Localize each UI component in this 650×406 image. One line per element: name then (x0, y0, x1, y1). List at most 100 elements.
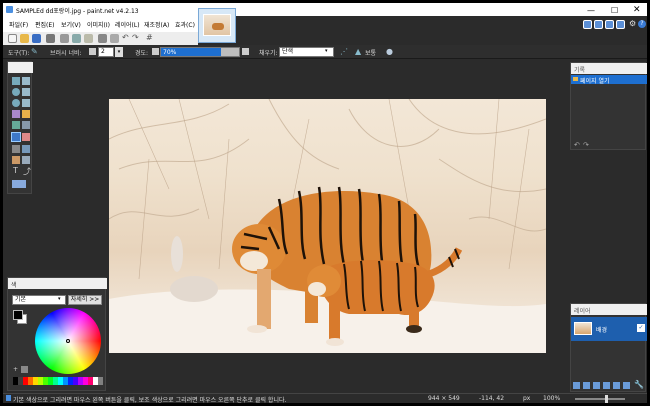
layers-panel-header: 레이어 (571, 304, 647, 315)
colors-window-icon[interactable] (616, 20, 625, 29)
redo-icon[interactable]: ↷ (583, 141, 589, 149)
layer-visible-checkbox[interactable]: ✓ (637, 324, 645, 332)
save-icon[interactable] (32, 34, 41, 43)
layer-properties-icon[interactable]: 🔧 (634, 380, 644, 389)
close-icon[interactable]: ✕ (633, 5, 641, 15)
text-icon[interactable]: T (13, 166, 18, 175)
settings-icon[interactable]: ⚙ (629, 19, 636, 28)
selection-mode-icon[interactable]: ● (386, 47, 393, 56)
maximize-icon[interactable]: ☐ (611, 6, 618, 15)
palette-strip[interactable] (13, 377, 103, 385)
menu-adjustments[interactable]: 재조정(A) (144, 20, 169, 29)
history-panel: 기록 페이지 열기 ↶ ↷ (570, 62, 647, 150)
menu-view[interactable]: 보기(V) (61, 20, 81, 29)
undo-icon[interactable]: ↶ (122, 33, 129, 42)
pan-icon[interactable] (22, 110, 30, 118)
pencil-icon[interactable] (12, 145, 20, 153)
image-tab-thumbnail[interactable] (198, 8, 236, 43)
deselect-icon[interactable] (110, 34, 119, 43)
decrease-icon[interactable] (89, 48, 96, 55)
clone-stamp-icon[interactable] (12, 156, 20, 164)
shapes-icon[interactable] (12, 180, 26, 188)
zoom-slider-thumb[interactable] (605, 395, 608, 403)
menu-layers[interactable]: 레이어(L) (115, 20, 140, 29)
history-window-icon[interactable] (594, 20, 603, 29)
menu-file[interactable]: 파일(F) (9, 20, 28, 29)
image-thumbnail (203, 14, 231, 36)
paste-icon[interactable] (84, 34, 93, 43)
unit-select[interactable]: px (523, 395, 530, 402)
zoom-level[interactable]: 100% (543, 395, 560, 402)
fill-label: 채우기: (259, 50, 278, 57)
window-controls: — ☐ ✕ (581, 5, 647, 16)
palette-swatch[interactable] (98, 377, 103, 385)
tool-window-toggles: ⚙ ? (581, 19, 647, 31)
open-icon[interactable] (20, 34, 29, 43)
move-selection-icon[interactable] (22, 88, 30, 96)
recolor-icon[interactable] (22, 156, 30, 164)
layers-window-icon[interactable] (605, 20, 614, 29)
open-icon (573, 77, 578, 81)
line-curve-icon[interactable]: ⤴ (23, 166, 31, 177)
chevron-down-icon[interactable]: ▾ (325, 48, 328, 54)
title-bar: SAMPLEd dd포랑이.jpg - paint.net v4.2.13 (3, 3, 647, 16)
ellipse-select-icon[interactable] (12, 99, 20, 107)
more-colors-button[interactable]: 자세히 >> (68, 295, 102, 305)
move-layer-up-icon[interactable] (613, 382, 620, 389)
layer-row[interactable]: 배경 ✓ (571, 317, 647, 341)
history-item[interactable]: 페이지 열기 (571, 75, 647, 85)
grid-icon[interactable]: # (146, 33, 153, 42)
minimize-icon[interactable]: — (587, 6, 595, 15)
hardness-slider[interactable]: 70% (160, 47, 240, 57)
add-layer-icon[interactable] (573, 382, 580, 389)
increase-icon[interactable] (242, 48, 249, 55)
redo-icon[interactable]: ↷ (132, 33, 139, 42)
image-canvas[interactable] (109, 99, 546, 353)
tool-options-bar: 도구(T): ✎ 브러시 너비: 2 ▾ 경도: 70% 채우기: 단색 ▾ ⋰… (3, 45, 647, 59)
primary-color-swatch[interactable] (13, 310, 23, 320)
status-hint: 기본 색상으로 그리려면 마우스 왼쪽 버튼을 클릭, 보조 색상으로 그리려면… (13, 397, 287, 404)
antialias-icon[interactable]: ⋰ (340, 47, 348, 56)
brush-tool-icon[interactable]: ✎ (31, 47, 38, 56)
blend-icon[interactable]: ▲ (355, 47, 361, 56)
menu-effects[interactable]: 효과(C) (175, 20, 195, 29)
hardness-value: 70% (163, 49, 177, 56)
chevron-down-icon[interactable]: ▾ (58, 296, 61, 302)
add-icon[interactable]: + (13, 366, 18, 373)
rectangle-select-icon[interactable] (12, 77, 20, 85)
delete-layer-icon[interactable] (583, 382, 590, 389)
gradient-icon[interactable] (22, 121, 30, 129)
move-icon[interactable] (22, 77, 30, 85)
tools-window-icon[interactable] (583, 20, 592, 29)
menu-edit[interactable]: 편집(E) (35, 20, 55, 29)
color-wheel[interactable] (35, 308, 101, 374)
menu-image[interactable]: 이미지(I) (87, 20, 110, 29)
chevron-down-icon[interactable]: ▾ (115, 47, 123, 57)
brush-width-label: 브러시 너비: (50, 50, 82, 57)
palette-icon[interactable] (21, 366, 28, 373)
merge-layer-icon[interactable] (603, 382, 610, 389)
paintbrush-icon[interactable] (11, 132, 21, 142)
duplicate-layer-icon[interactable] (593, 382, 600, 389)
info-icon (6, 395, 11, 401)
new-icon[interactable] (8, 34, 17, 43)
brush-width-input[interactable]: 2 (98, 47, 114, 57)
undo-icon[interactable]: ↶ (574, 141, 580, 149)
zoom-icon[interactable] (22, 99, 30, 107)
move-layer-down-icon[interactable] (623, 382, 630, 389)
crop-icon[interactable] (98, 34, 107, 43)
decrease-icon[interactable] (152, 48, 159, 55)
color-picker-icon[interactable] (22, 145, 30, 153)
copy-icon[interactable] (72, 34, 81, 43)
print-icon[interactable] (46, 34, 55, 43)
lasso-icon[interactable] (12, 88, 20, 96)
blend-mode[interactable]: 보통 (365, 48, 376, 57)
tools-panel: T ⤴ (7, 61, 33, 194)
cut-icon[interactable] (60, 34, 69, 43)
eraser-icon[interactable] (22, 133, 30, 141)
zoom-slider[interactable] (575, 395, 625, 403)
main-toolbar: ↶ ↷ # (3, 32, 198, 45)
magic-wand-icon[interactable] (12, 110, 20, 118)
paint-bucket-icon[interactable] (12, 121, 20, 129)
help-icon[interactable]: ? (638, 20, 646, 28)
